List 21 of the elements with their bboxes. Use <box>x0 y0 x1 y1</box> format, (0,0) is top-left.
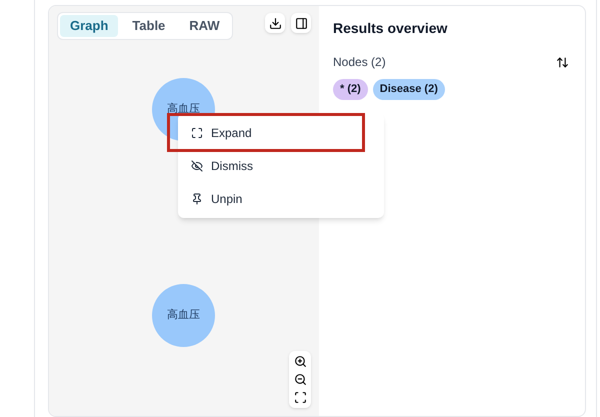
panel-title: Results overview <box>333 19 448 38</box>
expand-icon <box>191 126 203 138</box>
view-tab[interactable]: Table <box>122 15 176 36</box>
side-panel-button[interactable] <box>291 13 311 33</box>
zoom-out-icon[interactable] <box>294 373 306 386</box>
download-icon <box>268 16 282 30</box>
view-tab[interactable]: RAW <box>179 15 230 36</box>
label-tag[interactable]: Disease (2) <box>372 79 445 100</box>
menu-item[interactable]: Dismiss <box>178 149 384 182</box>
menu-item[interactable]: Unpin <box>178 182 384 215</box>
view-tab[interactable]: Graph <box>60 15 118 36</box>
side-panel-icon <box>294 16 308 30</box>
sort-icon[interactable] <box>556 56 569 68</box>
download-button[interactable] <box>265 13 285 33</box>
nodes-heading: Nodes (2) <box>333 54 386 71</box>
eye-off-icon <box>191 160 203 172</box>
fit-view-icon[interactable] <box>294 391 306 404</box>
zoom-in-icon[interactable] <box>294 355 306 368</box>
label-tag[interactable]: * (2) <box>333 79 368 100</box>
pin-icon <box>191 192 203 204</box>
graph-node[interactable]: 高血压 <box>152 284 215 347</box>
